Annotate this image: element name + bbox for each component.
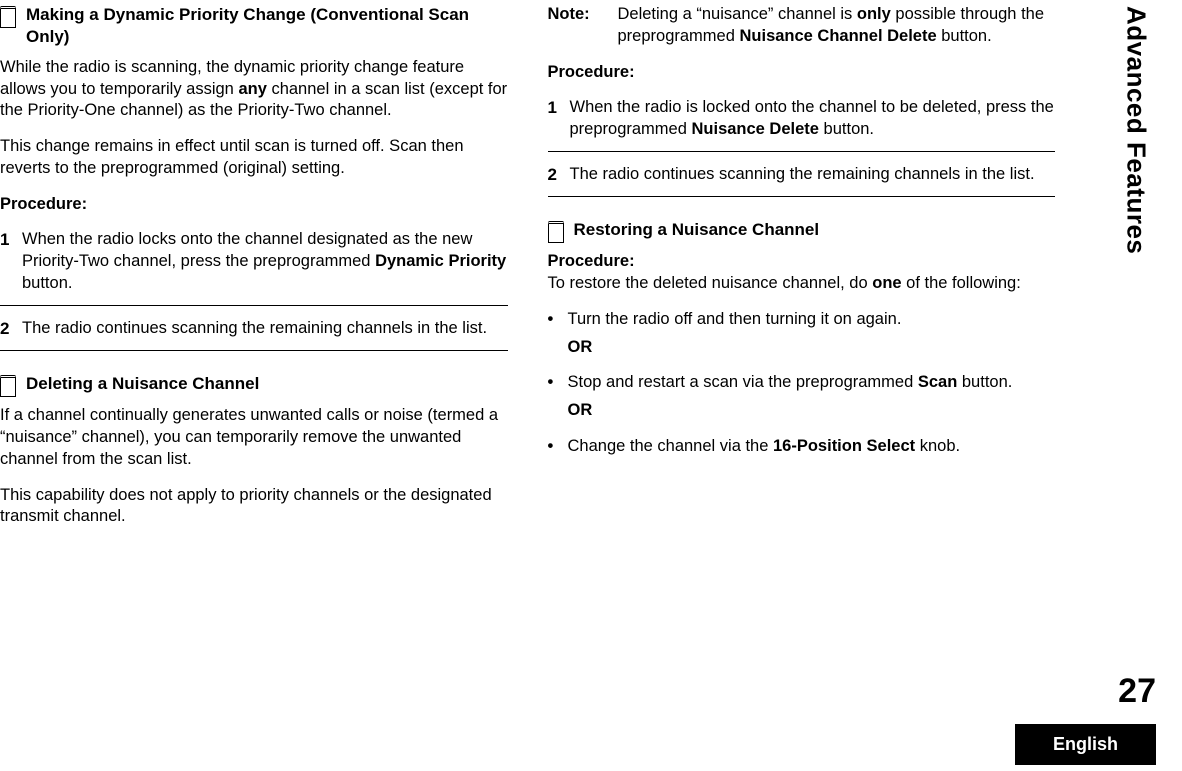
step-number: 1 — [548, 97, 570, 119]
paragraph: If a channel continually generates unwan… — [0, 405, 508, 470]
section-title-dynamic-priority: Making a Dynamic Priority Change (Conven… — [0, 4, 508, 49]
paragraph: While the radio is scanning, the dynamic… — [0, 57, 508, 122]
bullet-dot-icon: • — [548, 309, 568, 331]
bold-text: one — [872, 274, 901, 292]
procedure-label: Procedure: — [0, 194, 508, 216]
step-number: 2 — [0, 318, 22, 340]
text: button. — [937, 27, 992, 45]
section-title-deleting-nuisance: Deleting a Nuisance Channel — [0, 373, 508, 397]
procedure-label: Procedure: — [548, 251, 1056, 273]
text: Deleting a “nuisance” channel is — [618, 5, 857, 23]
paragraph: This capability does not apply to priori… — [0, 485, 508, 529]
right-column: Note: Deleting a “nuisance” channel is o… — [548, 0, 1056, 542]
note-label: Note: — [548, 4, 618, 26]
bold-text: any — [238, 80, 266, 98]
content-columns: Making a Dynamic Priority Change (Conven… — [0, 0, 1055, 542]
page: Making a Dynamic Priority Change (Conven… — [0, 0, 1182, 771]
text: Stop and restart a scan via the preprogr… — [568, 373, 918, 391]
text: knob. — [915, 437, 960, 455]
bullet-dot-icon: • — [548, 436, 568, 458]
paragraph: This change remains in effect until scan… — [0, 136, 508, 180]
left-column: Making a Dynamic Priority Change (Conven… — [0, 0, 508, 542]
footer-language-bar: English — [1015, 724, 1156, 765]
bold-text: Dynamic Priority — [375, 252, 506, 270]
bold-text: Nuisance Delete — [691, 120, 818, 138]
text: button. — [819, 120, 874, 138]
bullet-text: Stop and restart a scan via the preprogr… — [568, 372, 1013, 394]
step-text: The radio continues scanning the remaini… — [570, 164, 1056, 186]
procedure-step: 1 When the radio is locked onto the chan… — [548, 89, 1056, 152]
bullet-dot-icon: • — [548, 372, 568, 394]
page-icon — [548, 221, 564, 243]
step-number: 2 — [548, 164, 570, 186]
procedure-step: 2 The radio continues scanning the remai… — [0, 310, 508, 351]
text: Change the channel via the — [568, 437, 774, 455]
section-title-text: Restoring a Nuisance Channel — [574, 219, 820, 241]
procedure-label: Procedure: — [548, 62, 1056, 84]
bullet-item: • Change the channel via the 16-Position… — [548, 436, 1056, 458]
text: button. — [22, 274, 72, 292]
bold-text: Scan — [918, 373, 957, 391]
section-title-text: Making a Dynamic Priority Change (Conven… — [26, 4, 508, 49]
step-text: The radio continues scanning the remaini… — [22, 318, 508, 340]
or-separator: OR — [568, 337, 1056, 359]
procedure-step: 1 When the radio locks onto the channel … — [0, 221, 508, 305]
text: button. — [957, 373, 1012, 391]
or-separator: OR — [568, 400, 1056, 422]
procedure-step: 2 The radio continues scanning the remai… — [548, 156, 1056, 197]
spacer — [0, 355, 508, 373]
text: of the following: — [902, 274, 1021, 292]
text: To restore the deleted nuisance channel,… — [548, 274, 873, 292]
spacer — [548, 201, 1056, 219]
bullet-text: Change the channel via the 16-Position S… — [568, 436, 961, 458]
section-title-restoring-nuisance: Restoring a Nuisance Channel — [548, 219, 1056, 243]
step-number: 1 — [0, 229, 22, 251]
section-title-text: Deleting a Nuisance Channel — [26, 373, 259, 395]
bold-text: Nuisance Channel Delete — [739, 27, 936, 45]
bold-text: only — [857, 5, 891, 23]
step-text: When the radio locks onto the channel de… — [22, 229, 508, 294]
bold-text: 16-Position Select — [773, 437, 915, 455]
page-icon — [0, 375, 16, 397]
bullet-item: • Turn the radio off and then turning it… — [548, 309, 1056, 331]
page-number: 27 — [1118, 672, 1156, 711]
step-text: When the radio is locked onto the channe… — [570, 97, 1056, 141]
page-icon — [0, 6, 16, 28]
note-row: Note: Deleting a “nuisance” channel is o… — [548, 4, 1056, 48]
side-tab: Advanced Features — [1116, 6, 1156, 336]
side-tab-label: Advanced Features — [1121, 6, 1152, 254]
paragraph: To restore the deleted nuisance channel,… — [548, 273, 1056, 295]
bullet-text: Turn the radio off and then turning it o… — [568, 309, 902, 331]
bullet-item: • Stop and restart a scan via the prepro… — [548, 372, 1056, 394]
note-text: Deleting a “nuisance” channel is only po… — [618, 4, 1056, 48]
